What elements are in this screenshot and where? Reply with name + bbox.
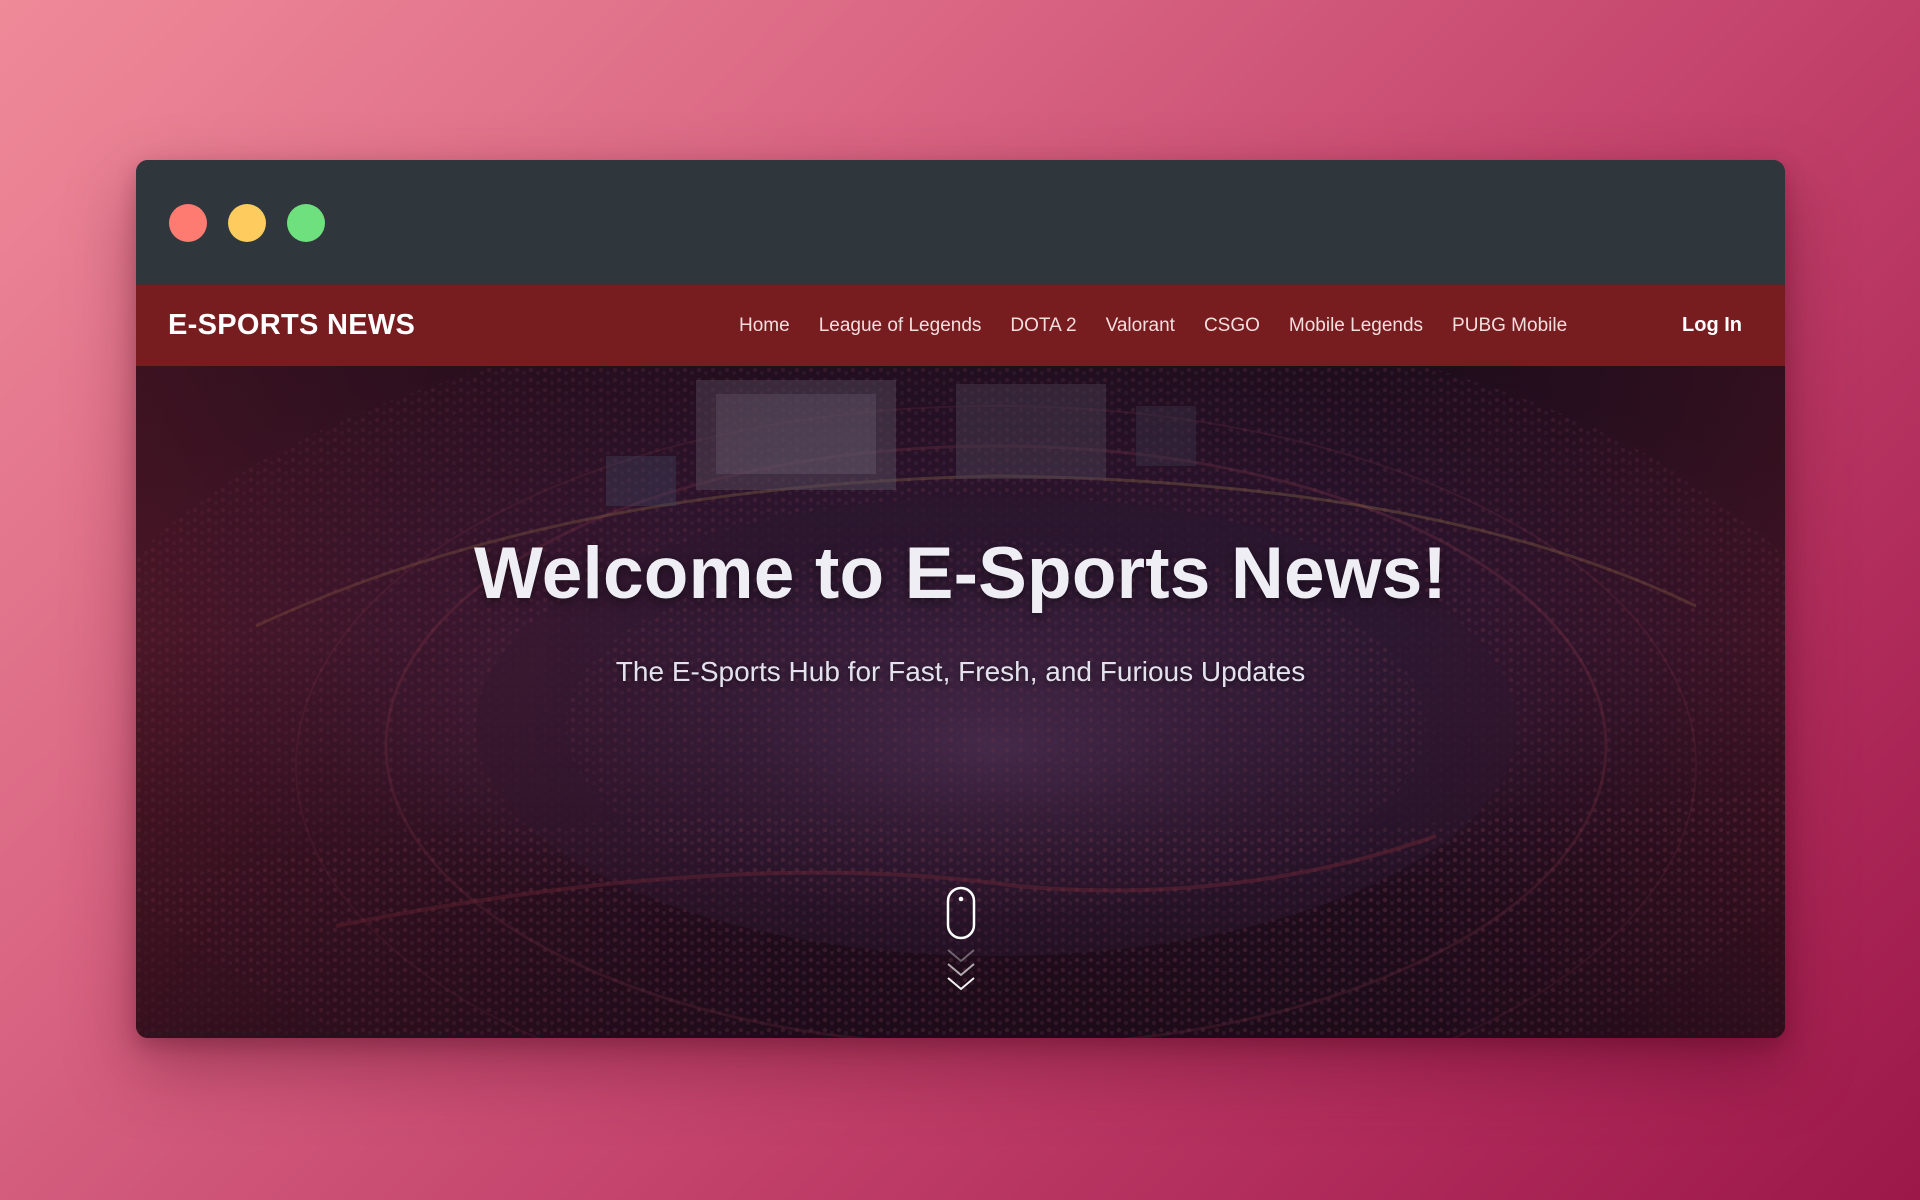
site-logo[interactable]: E-SPORTS NEWS	[168, 285, 415, 366]
nav-link-league-of-legends[interactable]: League of Legends	[819, 315, 982, 337]
nav-links: Home League of Legends DOTA 2 Valorant C…	[739, 285, 1567, 366]
close-window-button[interactable]	[169, 204, 207, 242]
hero-subtitle: The E-Sports Hub for Fast, Fresh, and Fu…	[615, 656, 1306, 687]
maximize-window-button[interactable]	[287, 204, 325, 242]
mouse-scroll-icon	[946, 886, 976, 940]
scroll-down-button[interactable]	[945, 886, 977, 1006]
nav-link-dota-2[interactable]: DOTA 2	[1010, 315, 1076, 337]
site-navbar: E-SPORTS NEWS Home League of Legends DOT…	[136, 285, 1785, 366]
minimize-window-button[interactable]	[228, 204, 266, 242]
hero-section: Welcome to E-Sports News! The E-Sports H…	[136, 366, 1785, 1038]
hero-title: Welcome to E-Sports News!	[473, 533, 1448, 614]
nav-link-csgo[interactable]: CSGO	[1204, 315, 1260, 337]
double-chevron-down-icon	[947, 949, 975, 991]
nav-link-valorant[interactable]: Valorant	[1106, 315, 1175, 337]
nav-link-pubg-mobile[interactable]: PUBG Mobile	[1452, 315, 1567, 337]
nav-link-mobile-legends[interactable]: Mobile Legends	[1289, 315, 1423, 337]
login-button[interactable]: Log In	[1682, 285, 1742, 366]
browser-window: E-SPORTS NEWS Home League of Legends DOT…	[136, 160, 1785, 1038]
window-titlebar	[136, 160, 1785, 285]
nav-link-home[interactable]: Home	[739, 315, 790, 337]
